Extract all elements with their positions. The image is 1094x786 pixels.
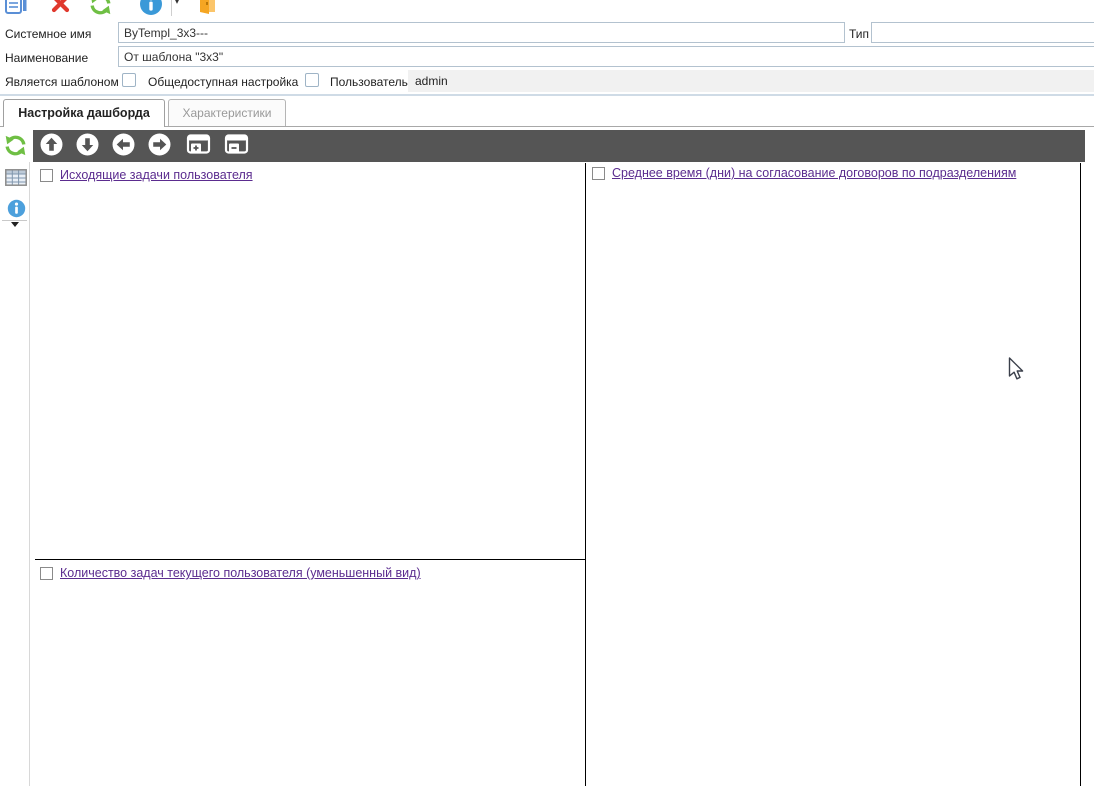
sidebar-border [29,162,30,786]
info-icon[interactable] [7,199,26,221]
user-value-field: admin [408,70,1094,92]
panel-title-link[interactable]: Среднее время (дни) на согласование дого… [612,166,1016,180]
panel-checkbox[interactable] [592,167,605,180]
panel-title-link[interactable]: Исходящие задачи пользователя [60,168,253,182]
public-setting-label: Общедоступная настройка [148,75,298,89]
panel-horizontal-divider[interactable] [35,559,585,560]
exit-icon[interactable] [196,0,219,16]
dashboard-toolbar [33,130,1085,162]
panel-checkbox[interactable] [40,169,53,182]
panel-right-border[interactable] [1080,163,1081,786]
tab-dashboard-settings[interactable]: Настройка дашборда [3,99,165,127]
mouse-cursor [1008,357,1027,387]
user-label: Пользователь [330,75,408,89]
panel-outgoing-tasks: Исходящие задачи пользователя [40,168,253,182]
public-setting-checkbox[interactable] [305,73,319,87]
dropdown-caret-icon[interactable]: ▾ [175,0,179,6]
form-separator [0,94,1094,96]
table-icon[interactable] [5,169,27,189]
refresh-icon[interactable] [3,133,28,161]
move-left-icon[interactable] [112,133,135,159]
panel-title-link[interactable]: Количество задач текущего пользователя (… [60,566,421,580]
add-panel-icon[interactable] [186,134,211,158]
refresh-icon[interactable] [88,0,113,16]
system-name-label: Системное имя [5,27,91,41]
name-label: Наименование [5,51,88,65]
panel-task-count: Количество задач текущего пользователя (… [40,566,421,580]
move-up-icon[interactable] [40,133,63,159]
panel-checkbox[interactable] [40,567,53,580]
sidebar-separator [2,220,27,221]
save-icon[interactable] [4,0,28,16]
delete-icon[interactable] [49,0,72,16]
panel-average-time: Среднее время (дни) на согласование дого… [592,166,1016,180]
collapse-caret-icon[interactable] [11,222,19,227]
remove-panel-icon[interactable] [224,134,249,158]
info-icon[interactable] [139,0,163,16]
is-template-label: Является шаблоном [5,75,119,89]
move-down-icon[interactable] [76,133,99,159]
is-template-checkbox[interactable] [122,73,136,87]
system-name-input[interactable] [118,22,845,43]
type-input[interactable] [871,22,1094,43]
toolbar-separator [171,0,172,16]
move-right-icon[interactable] [148,133,171,159]
name-input[interactable] [118,46,1094,67]
panel-vertical-divider[interactable] [585,163,586,786]
main-toolbar: ▾ [0,0,1094,16]
type-label: Тип [849,27,869,41]
tab-characteristics[interactable]: Характеристики [168,99,286,126]
